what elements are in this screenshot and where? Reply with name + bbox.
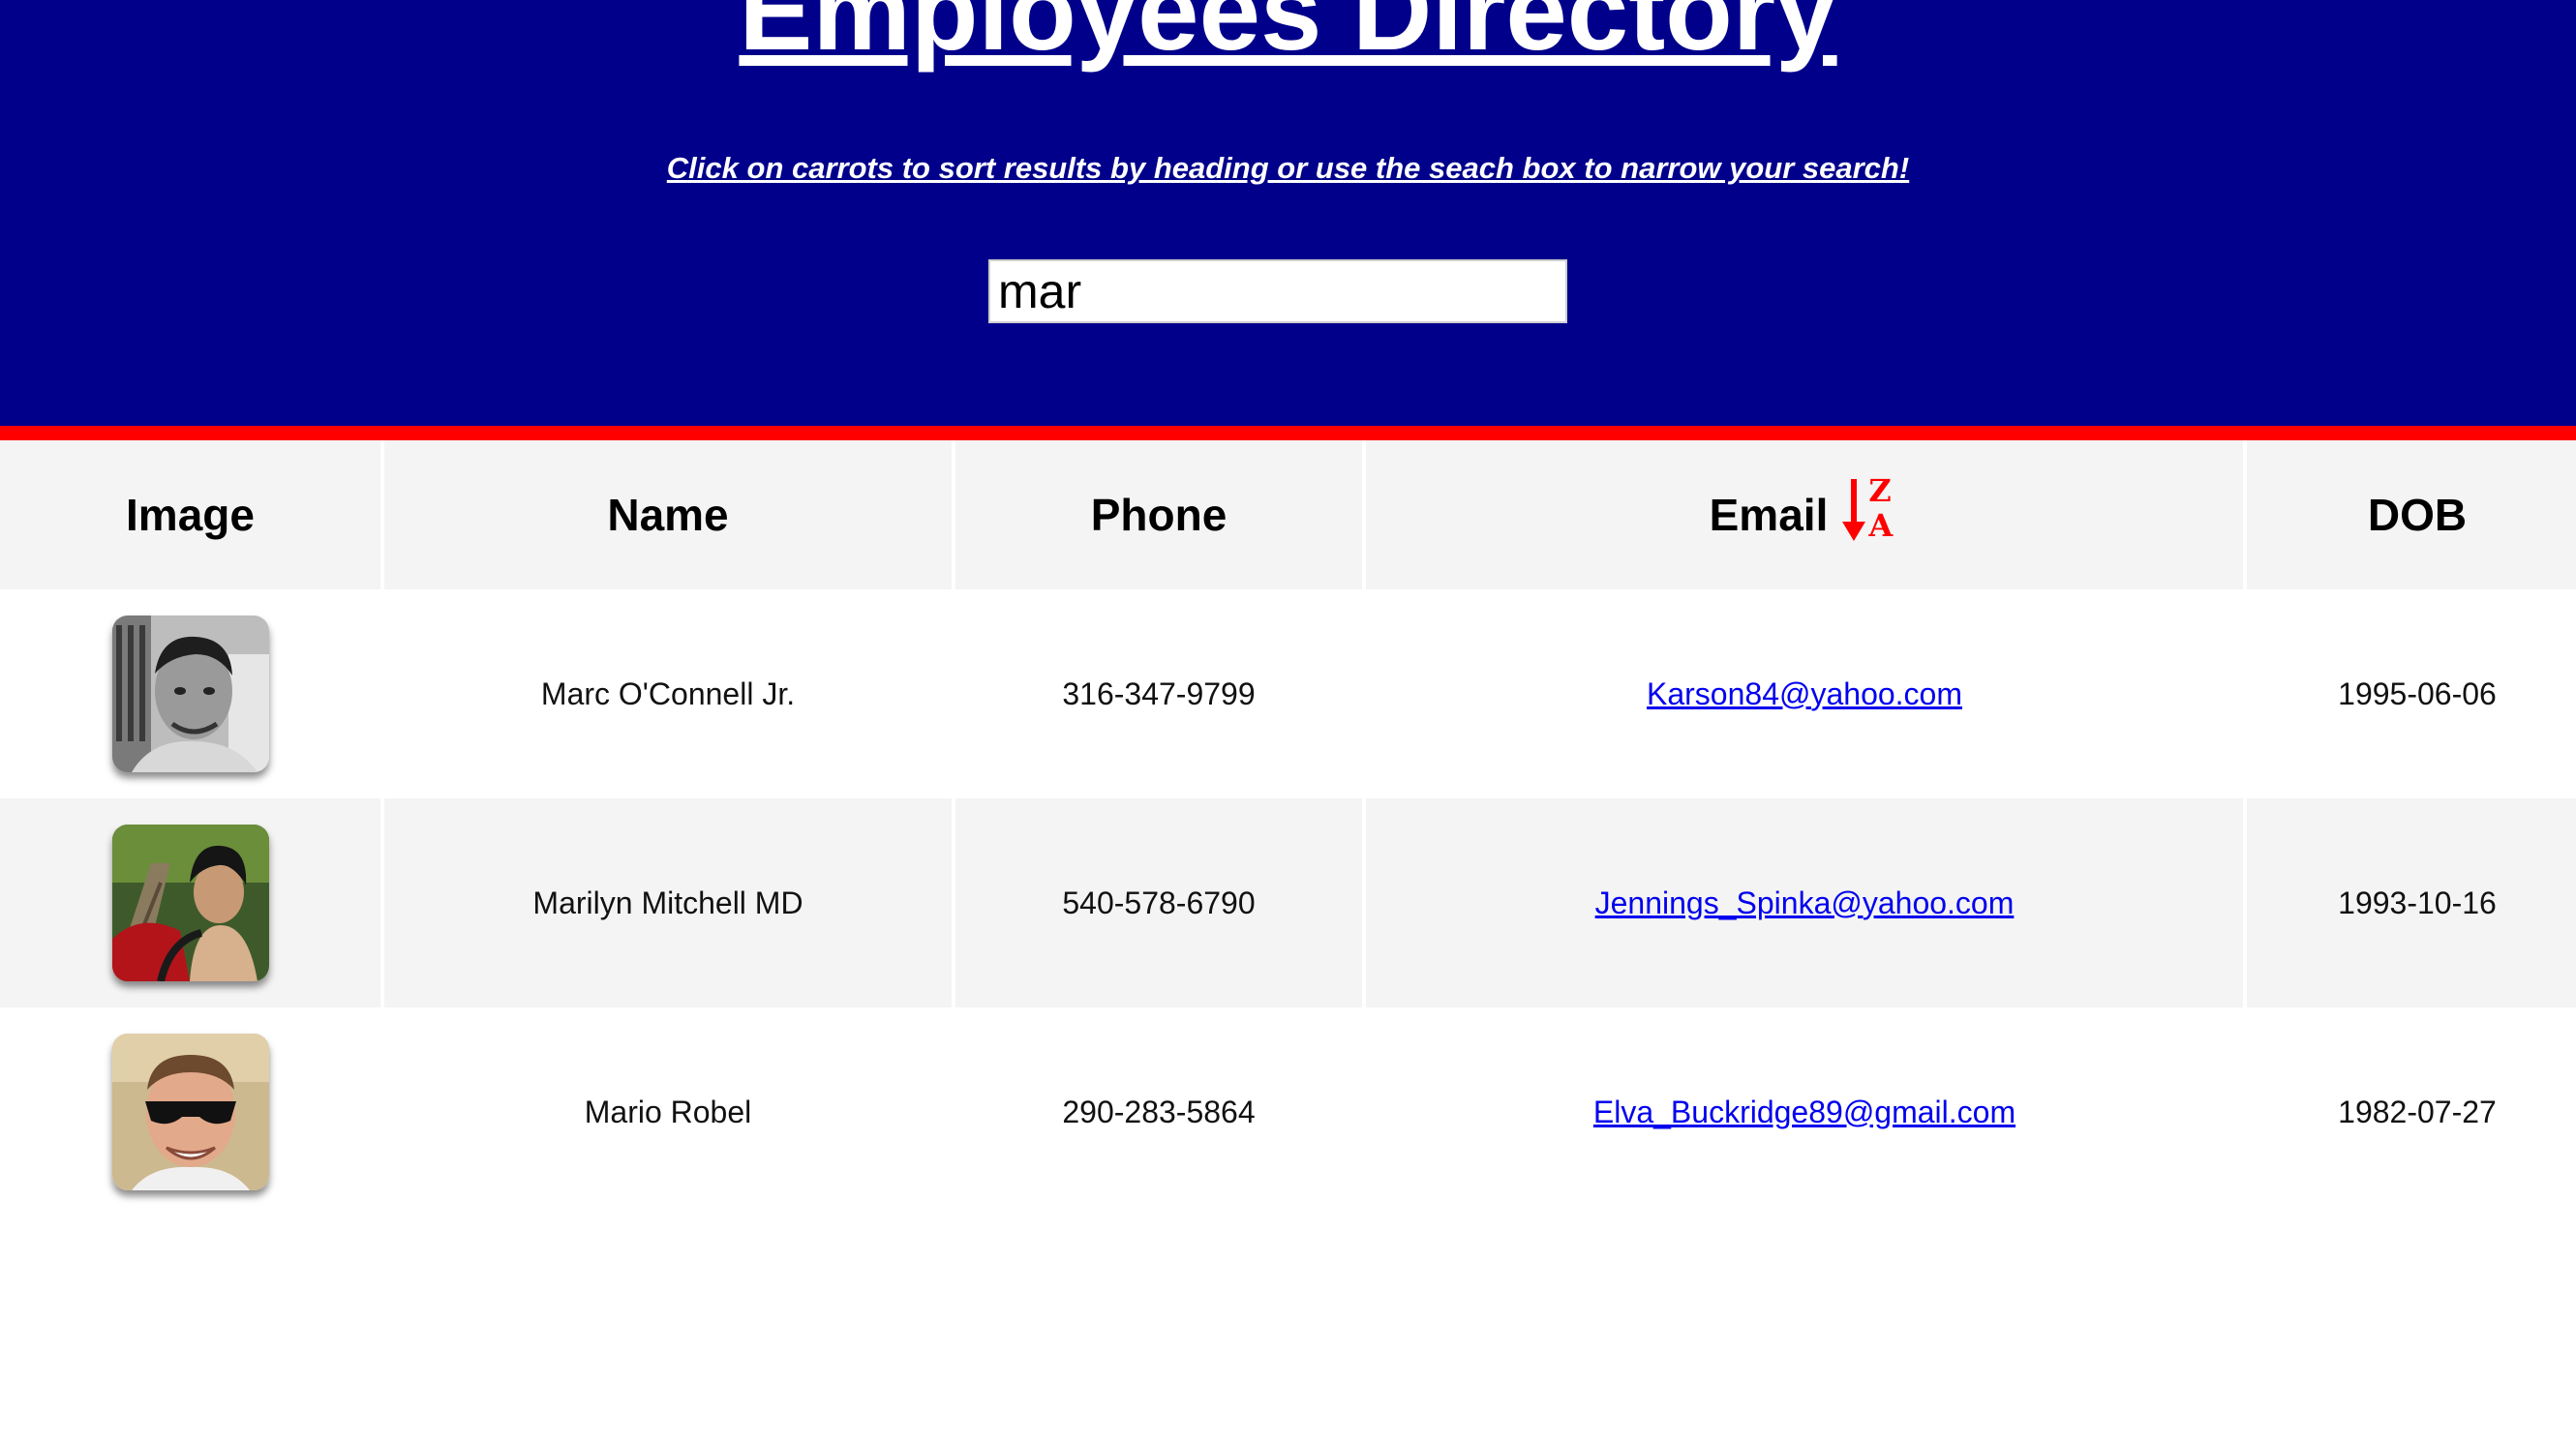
employee-table: Image Name Phone Email Z A DOB Marc O'Co…: [0, 440, 2576, 1216]
column-header-email[interactable]: Email Z A: [1366, 440, 2243, 589]
table-row: Mario Robel 290-283-5864 Elva_Buckridge8…: [0, 1007, 2576, 1216]
page-title: Employees Directory: [739, 0, 1837, 74]
table-header-row: Image Name Phone Email Z A DOB: [0, 440, 2576, 589]
column-header-phone[interactable]: Phone: [955, 440, 1362, 589]
table-row: Marilyn Mitchell MD 540-578-6790 Jenning…: [0, 798, 2576, 1007]
image-cell: [0, 1007, 380, 1216]
email-cell: Karson84@yahoo.com: [1366, 589, 2243, 798]
email-cell: Jennings_Spinka@yahoo.com: [1366, 798, 2243, 1007]
page-header: Employees Directory Click on carrots to …: [0, 0, 2576, 440]
image-cell: [0, 798, 380, 1007]
column-header-label: Image: [126, 490, 255, 540]
name-cell: Marc O'Connell Jr.: [384, 589, 952, 798]
table-row: Marc O'Connell Jr. 316-347-9799 Karson84…: [0, 589, 2576, 798]
email-cell: Elva_Buckridge89@gmail.com: [1366, 1007, 2243, 1216]
column-header-label: Email: [1709, 490, 1829, 540]
employee-photo: [111, 615, 269, 772]
employee-photo: [111, 1034, 269, 1190]
email-link[interactable]: Karson84@yahoo.com: [1647, 676, 1962, 711]
column-header-image[interactable]: Image: [0, 440, 380, 589]
column-header-name[interactable]: Name: [384, 440, 952, 589]
image-cell: [0, 589, 380, 798]
email-link[interactable]: Elva_Buckridge89@gmail.com: [1593, 1095, 2015, 1129]
instructions-text: Click on carrots to sort results by head…: [666, 151, 1910, 185]
name-cell: Marilyn Mitchell MD: [384, 798, 952, 1007]
sort-letter-top: Z: [1868, 472, 1892, 509]
arrow-down-icon: [1842, 479, 1866, 541]
column-header-label: DOB: [2367, 490, 2468, 540]
column-header-dob[interactable]: DOB: [2247, 440, 2576, 589]
phone-cell: 290-283-5864: [955, 1007, 1362, 1216]
dob-cell: 1982-07-27: [2247, 1007, 2576, 1216]
column-header-label: Phone: [1090, 490, 1227, 540]
dob-cell: 1993-10-16: [2247, 798, 2576, 1007]
search-input[interactable]: [988, 259, 1567, 323]
name-cell: Mario Robel: [384, 1007, 952, 1216]
dob-cell: 1995-06-06: [2247, 589, 2576, 798]
column-header-label: Name: [607, 490, 729, 540]
email-link[interactable]: Jennings_Spinka@yahoo.com: [1595, 886, 2015, 920]
phone-cell: 540-578-6790: [955, 798, 1362, 1007]
employee-photo: [111, 825, 269, 981]
sort-letter-bottom: A: [1868, 507, 1894, 544]
sort-z-to-a-icon[interactable]: Z A: [1841, 472, 1899, 545]
phone-cell: 316-347-9799: [955, 589, 1362, 798]
